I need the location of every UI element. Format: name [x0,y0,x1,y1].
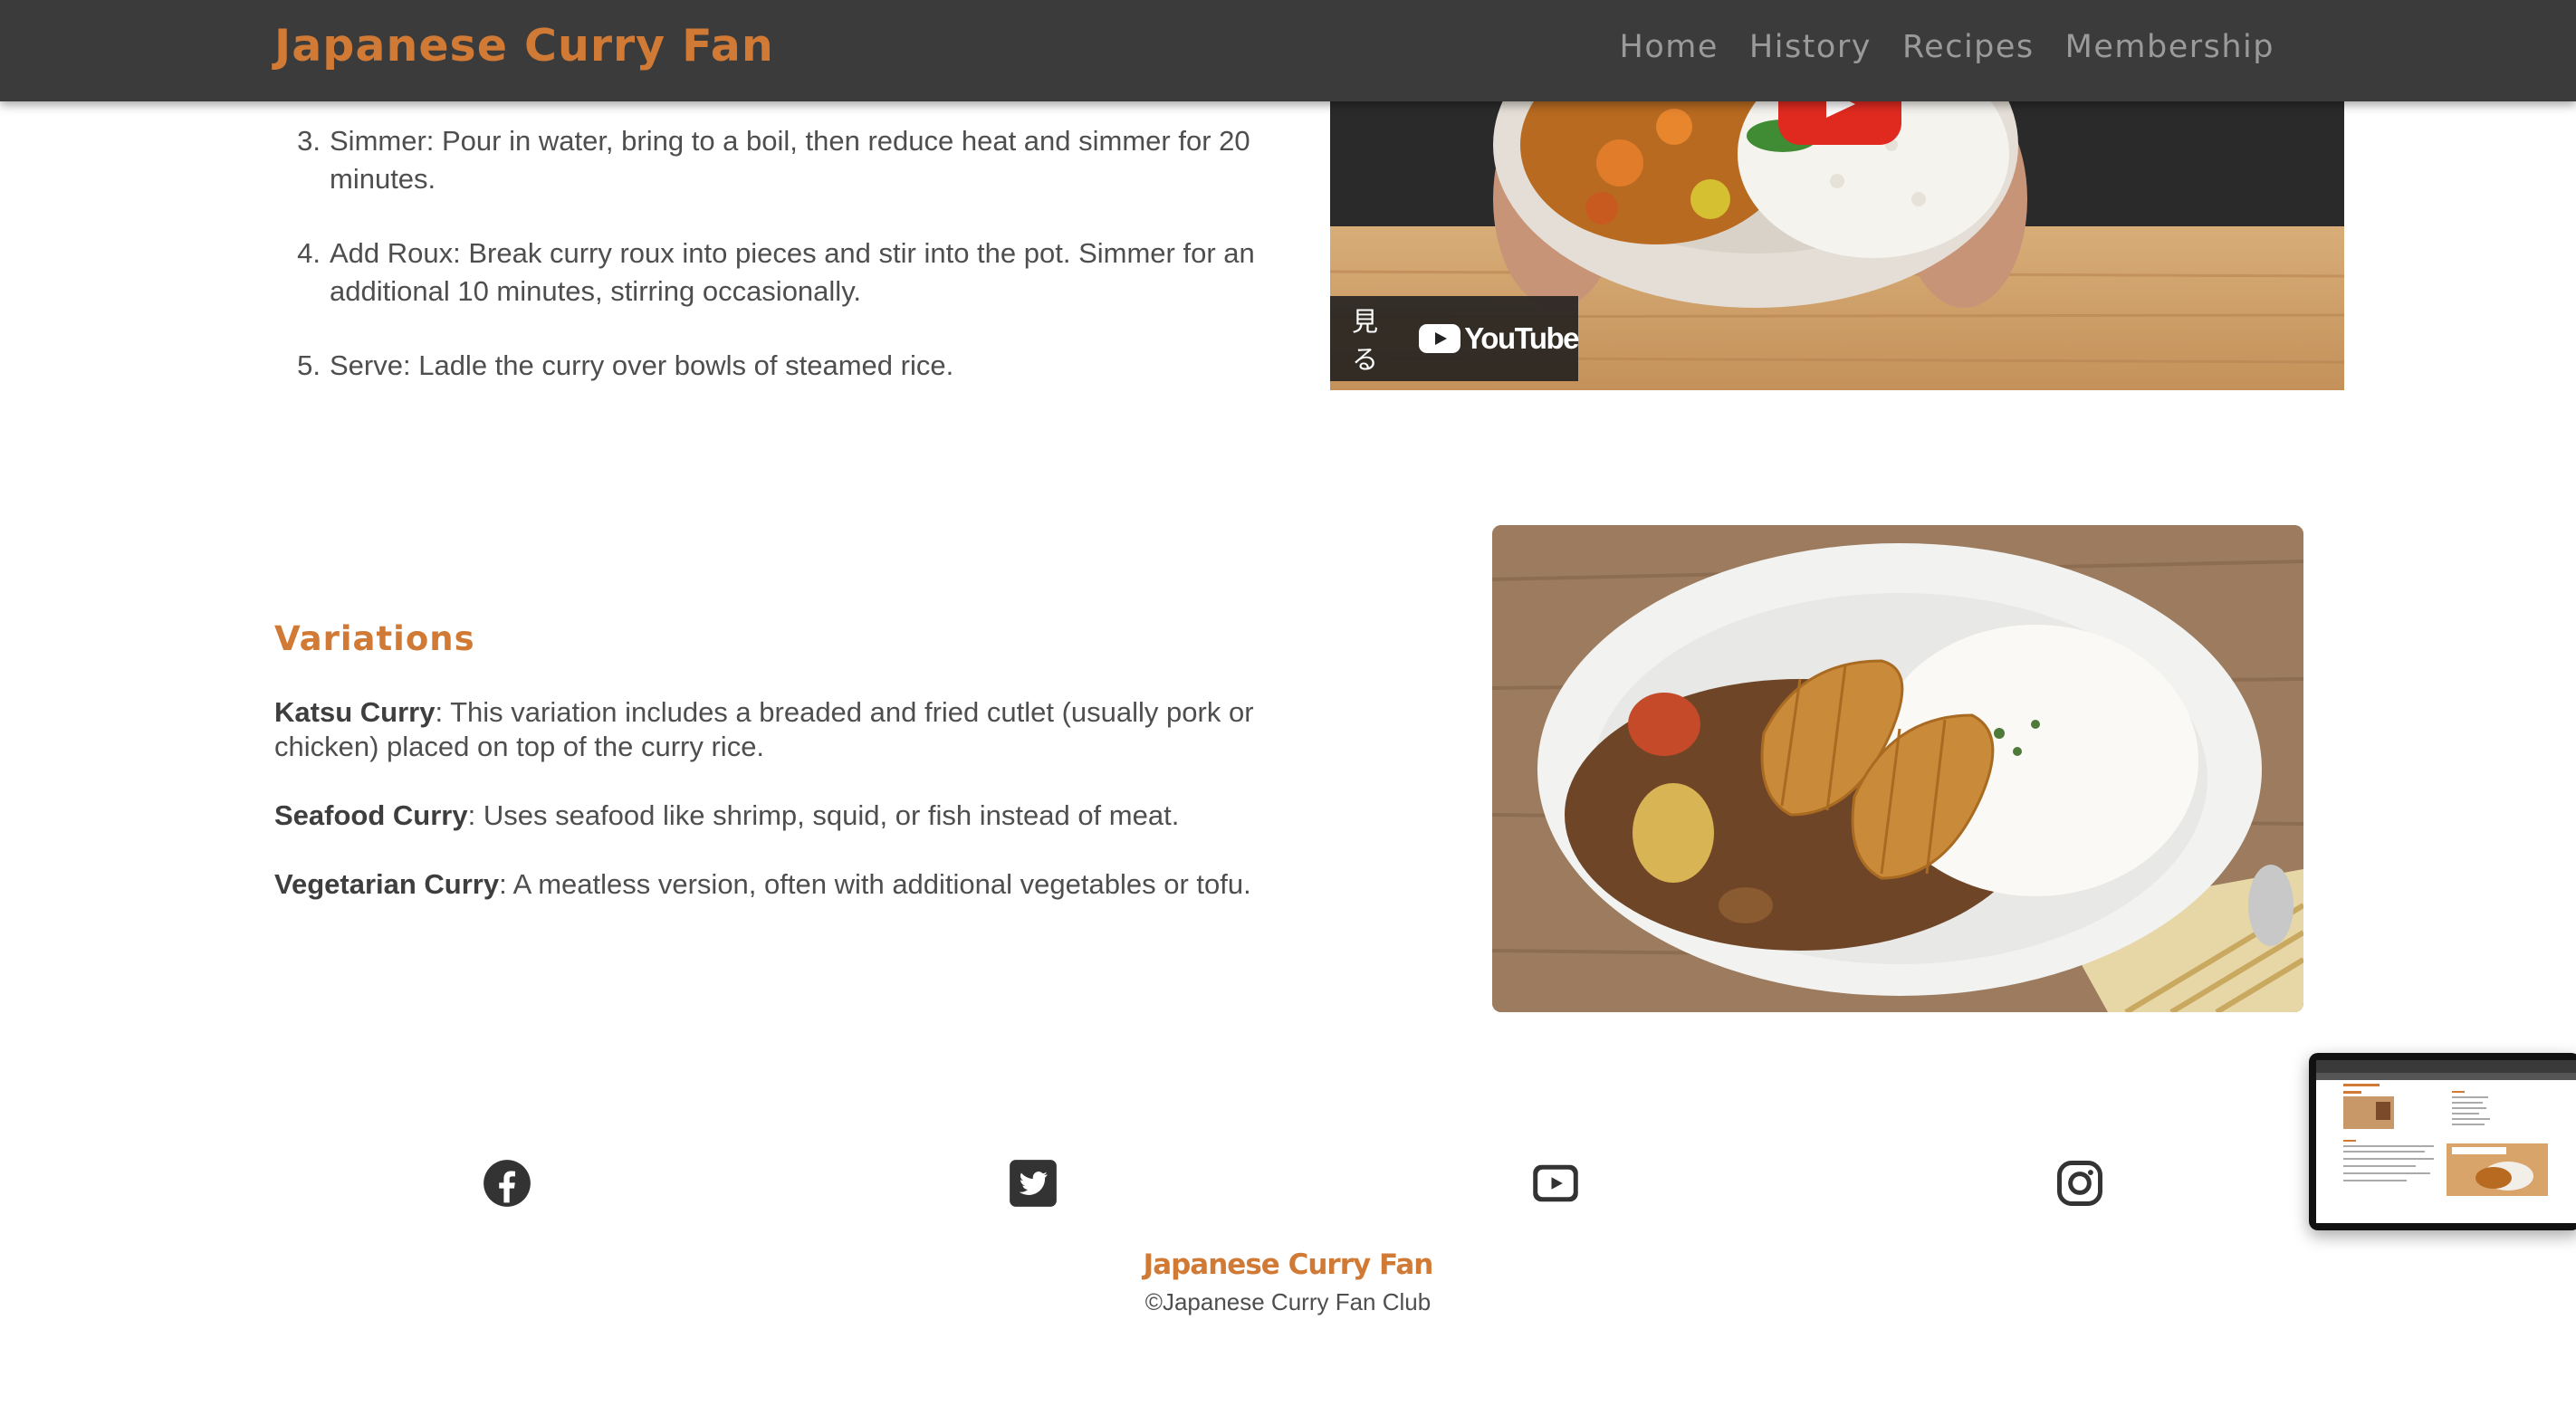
recipe-steps: 3. Simmer: Pour in water, bring to a boi… [281,122,1259,421]
watch-on-youtube-button[interactable]: 見る YouTube [1330,296,1579,381]
step-item: 4. Add Roux: Break curry roux into piece… [281,234,1259,311]
watch-label: 見る [1352,306,1379,375]
twitter-icon[interactable] [1009,1159,1058,1208]
step-number: 3. [297,125,321,157]
variation-seafood: Seafood Curry: Uses seafood like shrimp,… [274,799,1270,833]
step-text: Simmer: Pour in water, bring to a boil, … [330,125,1250,195]
thumbnail-screen [2316,1060,2576,1223]
facebook-icon[interactable] [483,1159,531,1208]
nav-history[interactable]: History [1749,29,1872,65]
step-item: 3. Simmer: Pour in water, bring to a boi… [281,122,1259,198]
youtube-wordmark: YouTube [1464,321,1579,355]
video-embed[interactable]: 見る YouTube [1330,91,2344,390]
step-number: 4. [297,237,321,269]
youtube-play-icon [1419,324,1461,353]
main-nav: Home History Recipes Membership [1620,29,2274,65]
nav-recipes[interactable]: Recipes [1902,29,2035,65]
footer-copyright: ©Japanese Curry Fan Club [1144,1288,1432,1315]
variation-name: Katsu Curry [274,696,436,728]
screenshot-preview-thumbnail[interactable] [2309,1053,2576,1230]
variation-name: Vegetarian Curry [274,868,500,900]
youtube-icon[interactable] [1531,1159,1580,1208]
nav-membership[interactable]: Membership [2065,29,2274,65]
variations-heading: Variations [274,619,475,658]
variation-text: : Uses seafood like shrimp, squid, or fi… [467,799,1180,831]
site-header: Japanese Curry Fan Home History Recipes … [0,0,2576,101]
nav-home[interactable]: Home [1620,29,1719,65]
instagram-icon[interactable] [2055,1159,2104,1208]
katsu-curry-photo [1492,525,2303,1012]
site-brand[interactable]: Japanese Curry Fan [274,20,774,72]
step-text: Add Roux: Break curry roux into pieces a… [330,237,1255,307]
step-item: 5. Serve: Ladle the curry over bowls of … [281,347,1259,385]
youtube-logo: YouTube [1419,321,1579,356]
thumbnail-image [2316,1060,2576,1223]
footer-brand[interactable]: Japanese Curry Fan [0,1248,2576,1281]
step-text: Serve: Ladle the curry over bowls of ste… [330,349,954,381]
variation-text: : A meatless version, often with additio… [499,868,1251,900]
variation-vegetarian: Vegetarian Curry: A meatless version, of… [274,867,1270,902]
variation-name: Seafood Curry [274,799,468,831]
step-number: 5. [297,349,321,381]
variation-katsu: Katsu Curry: This variation includes a b… [274,695,1270,764]
katsu-curry-image [1492,525,2303,1012]
